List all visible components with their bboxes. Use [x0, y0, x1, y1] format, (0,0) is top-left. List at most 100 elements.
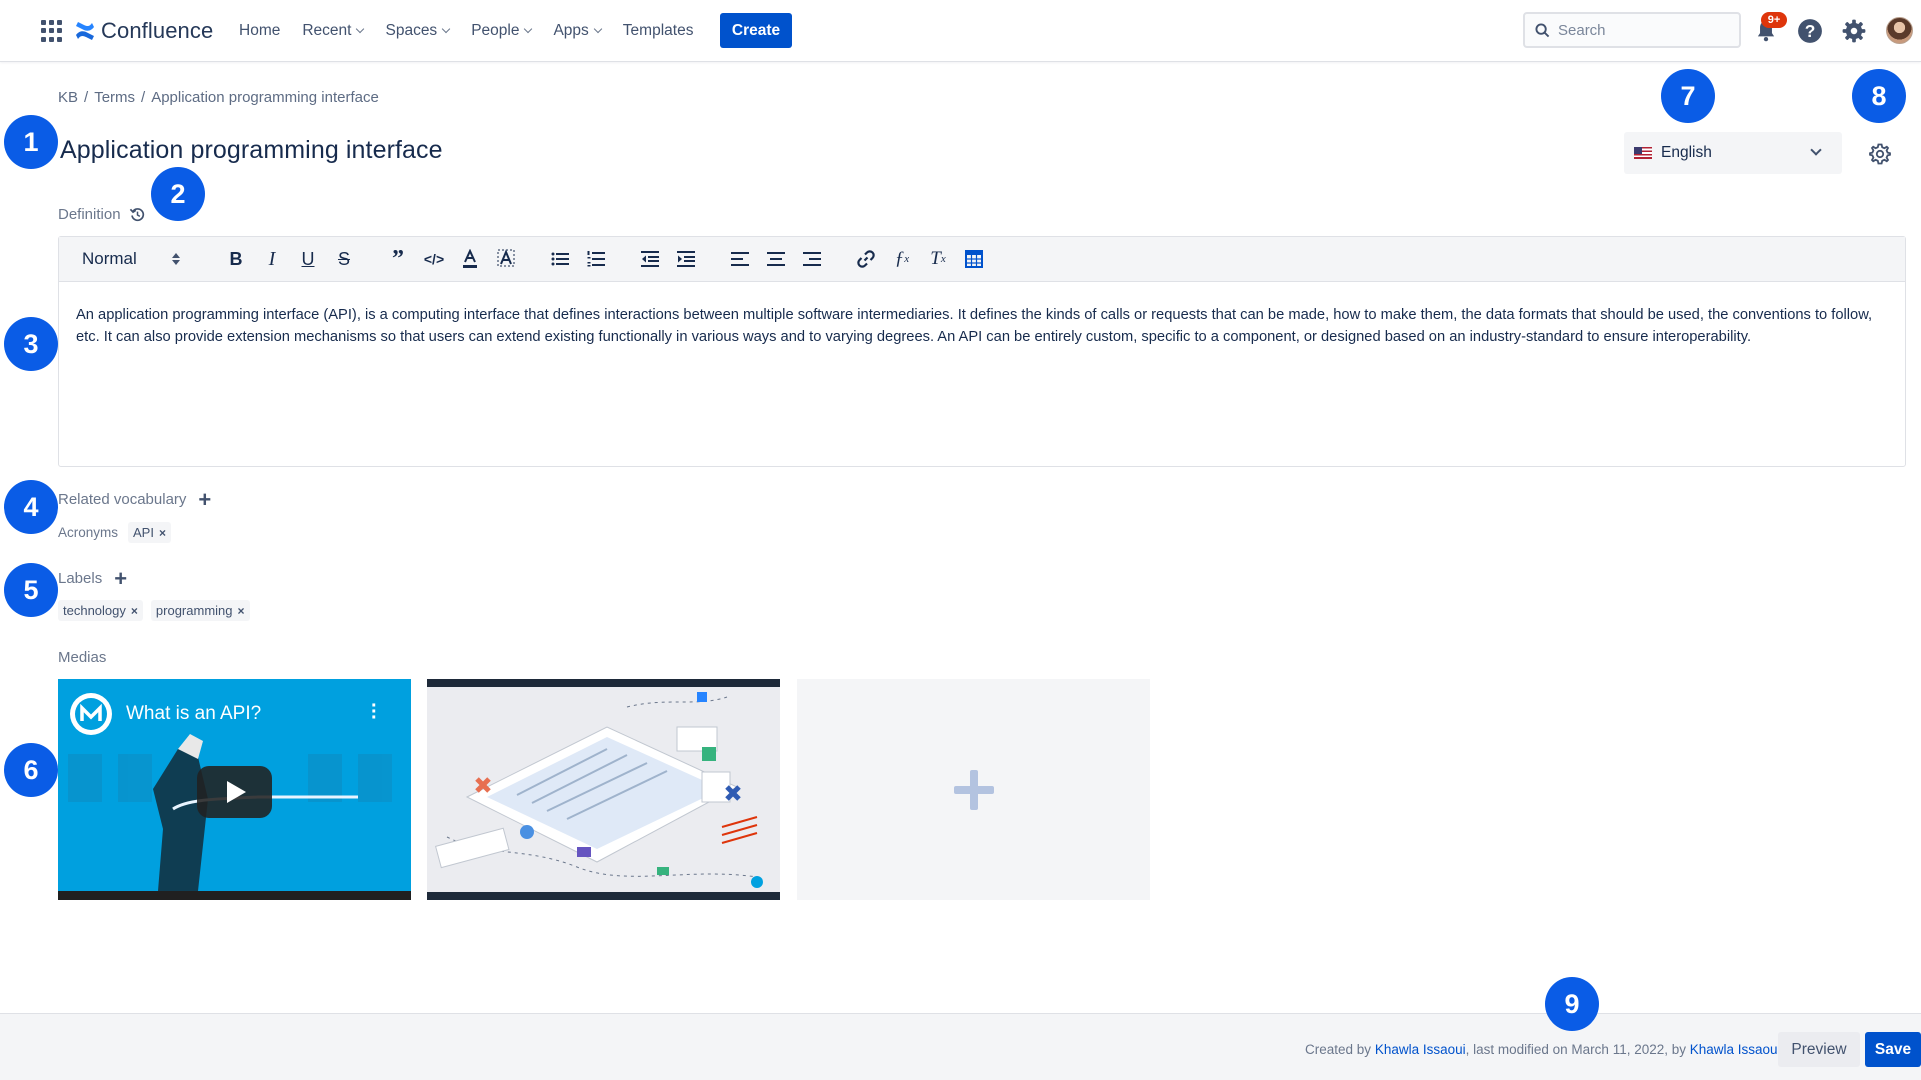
gear-icon[interactable] — [1841, 18, 1867, 44]
table-icon[interactable] — [956, 244, 992, 274]
app-name: Confluence — [101, 18, 214, 43]
media-video-thumbnail[interactable]: What is an API? · · · — [58, 679, 411, 900]
nav-templates[interactable]: Templates — [623, 20, 694, 42]
underline-icon[interactable]: U — [290, 244, 326, 274]
language-select[interactable]: English — [1624, 132, 1842, 174]
nav-apps[interactable]: Apps — [553, 20, 603, 42]
align-left-svg — [731, 252, 749, 266]
chevron-down-icon — [1810, 144, 1822, 156]
app-switcher-icon[interactable] — [41, 20, 63, 42]
remove-tag-icon[interactable]: × — [159, 526, 166, 540]
align-center-svg — [767, 252, 785, 266]
clear-format-icon[interactable]: Tx — [920, 244, 956, 274]
definition-text[interactable]: An application programming interface (AP… — [59, 282, 1905, 348]
label-tag-text: programming — [155, 603, 233, 618]
editor-toolbar: Normal B I U S ” </> ƒ x T x — [59, 237, 1905, 282]
definition-section-label: Definition — [58, 206, 146, 223]
bold-icon[interactable]: B — [218, 244, 254, 274]
add-media-button[interactable] — [797, 679, 1150, 900]
indent-svg — [677, 251, 695, 267]
nav-home-label: Home — [239, 22, 281, 39]
plus-icon — [953, 769, 994, 810]
nav-home[interactable]: Home — [239, 20, 280, 42]
footer-bar: Created by Khawla Issaoui, last modified… — [0, 1013, 1921, 1080]
align-center-icon[interactable] — [758, 244, 794, 274]
us-flag-icon — [1634, 147, 1652, 159]
code-icon[interactable]: </> — [416, 244, 452, 274]
text-style-value: Normal — [82, 249, 137, 268]
play-icon[interactable] — [197, 766, 272, 818]
creator-link[interactable]: Khawla Issaoui — [1375, 1042, 1466, 1057]
indent-icon[interactable] — [668, 244, 704, 274]
align-right-svg — [803, 252, 821, 266]
breadcrumb-terms[interactable]: Terms — [94, 89, 135, 106]
avatar[interactable] — [1886, 17, 1913, 44]
svg-text:?: ? — [1805, 21, 1816, 41]
chevron-down-icon — [593, 24, 603, 34]
remove-label-icon[interactable]: × — [238, 604, 245, 618]
annotation-marker-9: 9 — [1545, 977, 1599, 1031]
language-value: English — [1661, 144, 1712, 161]
nav-recent[interactable]: Recent — [302, 20, 365, 42]
breadcrumb-current[interactable]: Application programming interface — [151, 89, 379, 106]
bullet-list-icon[interactable] — [542, 244, 578, 274]
italic-icon[interactable]: I — [254, 244, 290, 274]
ordered-list-icon[interactable] — [578, 244, 614, 274]
help-icon[interactable]: ? — [1797, 18, 1823, 44]
nav-recent-label: Recent — [302, 22, 352, 39]
label-tag[interactable]: technology × — [58, 600, 143, 621]
create-button[interactable]: Create — [720, 13, 792, 48]
breadcrumb-kb[interactable]: KB — [58, 89, 78, 106]
nav-people-label: People — [471, 22, 520, 39]
label-tag-text: technology — [63, 603, 126, 618]
label-tag[interactable]: programming × — [150, 600, 250, 621]
top-navigation: Confluence Home Recent Spaces People App… — [0, 0, 1921, 62]
annotation-marker-6: 6 — [4, 743, 58, 797]
acronyms-row: Acronyms API × — [58, 522, 171, 543]
annotation-marker-1: 1 — [4, 115, 58, 169]
medias-label: Medias — [58, 649, 107, 666]
breadcrumb-separator: / — [84, 89, 89, 106]
page-settings-gear-icon[interactable] — [1868, 142, 1892, 166]
link-icon[interactable] — [848, 244, 884, 274]
related-vocabulary-section: Related vocabulary + — [58, 488, 211, 510]
add-label-button[interactable]: + — [114, 567, 127, 589]
link-svg — [857, 250, 875, 268]
preview-button[interactable]: Preview — [1778, 1032, 1860, 1067]
save-button[interactable]: Save — [1865, 1032, 1921, 1067]
more-options-icon[interactable]: · · · — [371, 696, 378, 728]
definition-editor: Normal B I U S ” </> ƒ x T x An applicat… — [58, 236, 1906, 467]
table-svg — [965, 250, 983, 268]
nav-spaces-label: Spaces — [385, 22, 438, 39]
bullet-list-svg — [551, 252, 569, 266]
nav-spaces[interactable]: Spaces — [385, 20, 451, 42]
confluence-logo[interactable]: Confluence — [75, 18, 213, 44]
remove-label-icon[interactable]: × — [131, 604, 138, 618]
search-input[interactable] — [1558, 21, 1728, 39]
align-left-icon[interactable] — [722, 244, 758, 274]
formula-icon[interactable]: ƒx — [884, 244, 920, 274]
strike-icon[interactable]: S — [326, 244, 362, 274]
acronyms-label: Acronyms — [58, 525, 119, 540]
nav-templates-label: Templates — [622, 22, 694, 39]
quote-icon[interactable]: ” — [380, 244, 416, 274]
align-right-icon[interactable] — [794, 244, 830, 274]
outdent-icon[interactable] — [632, 244, 668, 274]
font-color-icon[interactable] — [452, 244, 488, 274]
page-title[interactable]: Application programming interface — [60, 136, 443, 165]
vocabulary-tag[interactable]: API × — [128, 522, 171, 543]
ordered-list-svg — [587, 251, 605, 267]
add-related-vocabulary-button[interactable]: + — [198, 488, 211, 510]
related-vocabulary-label: Related vocabulary — [58, 491, 187, 508]
definition-label: Definition — [58, 206, 121, 223]
confluence-logo-icon — [76, 22, 94, 40]
nav-people[interactable]: People — [471, 20, 533, 42]
text-style-select[interactable]: Normal — [82, 249, 192, 269]
media-image-thumbnail[interactable] — [427, 679, 780, 900]
integration-diagram-illustration — [427, 687, 780, 892]
history-icon[interactable] — [129, 206, 146, 223]
modifier-link[interactable]: Khawla Issaoui — [1690, 1042, 1781, 1057]
search-box[interactable] — [1523, 12, 1741, 48]
created-prefix: Created by — [1305, 1042, 1372, 1057]
background-color-icon[interactable] — [488, 244, 524, 274]
